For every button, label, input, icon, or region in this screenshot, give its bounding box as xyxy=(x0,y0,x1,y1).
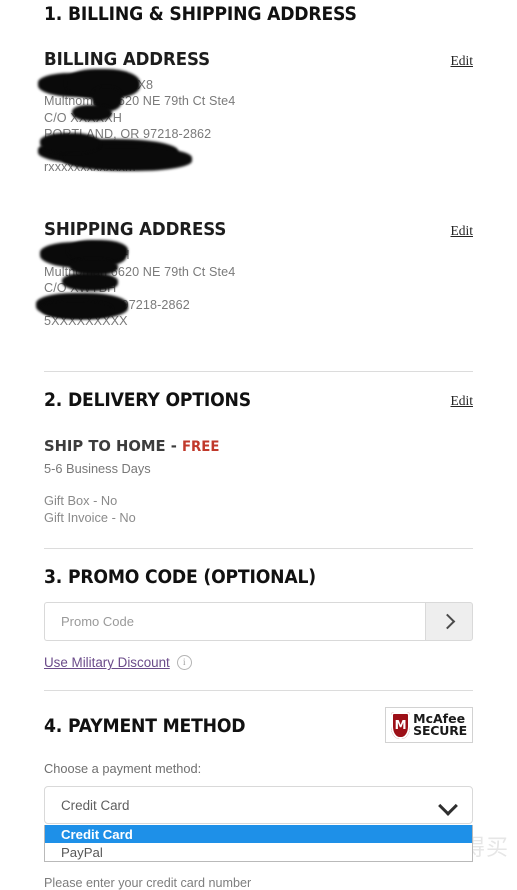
billing-line-2: Multnomah 6620 NE 79th Ct Ste4 xyxy=(44,94,236,109)
shipping-address-block: XXXXXXXXXH Multnomah 6620 NE 79th Ct Ste… xyxy=(36,240,473,329)
divider-after-addresses xyxy=(44,371,473,373)
delivery-options-section: 2. DELIVERY OPTIONS Edit SHIP TO HOME - … xyxy=(44,390,473,526)
gift-box-line: Gift Box - No xyxy=(44,493,118,509)
edit-billing-address-link[interactable]: Edit xyxy=(451,50,474,69)
billing-address-block: XXXXXXXXXXXX8 Multnomah 6620 NE 79th Ct … xyxy=(38,69,473,175)
gift-options: Gift Box - No Gift Invoice - No xyxy=(44,493,473,526)
mcafee-shield-icon: M xyxy=(391,711,411,739)
mcafee-line-2: SECURE xyxy=(413,723,467,739)
section-title-delivery: 2. DELIVERY OPTIONS xyxy=(44,390,251,412)
section-title-promo: 3. PROMO CODE (OPTIONAL) xyxy=(44,567,316,589)
payment-option-credit-card[interactable]: Credit Card xyxy=(45,825,472,844)
edit-shipping-address-link[interactable]: Edit xyxy=(451,220,474,239)
promo-submit-button[interactable] xyxy=(425,602,473,642)
edit-delivery-link[interactable]: Edit xyxy=(451,390,474,409)
billing-line-5: XXXXXXXXXXX xyxy=(44,143,138,158)
billing-line-6: rxxxxxxxxxxxxm xyxy=(44,160,136,175)
mcafee-shield-letter: M xyxy=(394,718,407,733)
info-icon[interactable]: i xyxy=(176,655,192,671)
credit-card-number-prompt: Please enter your credit card number xyxy=(44,876,252,890)
payment-method-section: 4. PAYMENT METHOD M McAfee SECURE Choose… xyxy=(44,707,473,863)
shipping-line-4: Portland, OR 97218-2862 xyxy=(44,297,190,312)
mcafee-badge-text: McAfee SECURE xyxy=(413,712,467,739)
ship-method-label: SHIP TO HOME - xyxy=(44,437,182,456)
payment-method-option-list: Credit Card PayPal xyxy=(44,825,473,863)
use-military-discount-link[interactable]: Use Military Discount xyxy=(44,655,170,670)
checkout-page: 1. BILLING & SHIPPING ADDRESS BILLING AD… xyxy=(0,0,517,890)
promo-code-input[interactable] xyxy=(44,602,425,642)
divider-after-delivery xyxy=(44,548,473,550)
payment-method-select-wrapper: Credit Card Credit Card PayPal xyxy=(44,786,473,863)
ship-price-badge: FREE xyxy=(181,439,220,456)
section-title-billing-shipping: 1. BILLING & SHIPPING ADDRESS xyxy=(44,4,357,25)
shipping-address-heading: SHIPPING ADDRESS xyxy=(44,220,227,241)
promo-code-section: 3. PROMO CODE (OPTIONAL) Use Military Di… xyxy=(44,567,473,671)
payment-header-row: 4. PAYMENT METHOD M McAfee SECURE xyxy=(44,707,473,744)
section-title-payment: 4. PAYMENT METHOD xyxy=(44,716,246,738)
billing-shipping-section: 1. BILLING & SHIPPING ADDRESS BILLING AD… xyxy=(36,0,473,329)
billing-line-4: PORTLAND, OR 97218-2862 xyxy=(44,127,212,142)
billing-header-row: BILLING ADDRESS Edit xyxy=(44,50,473,70)
billing-line-3: C/O XXXXXH xyxy=(44,110,122,125)
billing-line-1: XXXXXXXXXXXX8 xyxy=(44,78,154,92)
chevron-right-icon xyxy=(439,614,456,630)
military-discount-row: Use Military Discount i xyxy=(44,655,473,671)
payment-method-select[interactable]: Credit Card xyxy=(44,786,473,825)
shipping-line-2: Multnomah 6620 NE 79th Ct Ste4 xyxy=(44,264,236,279)
billing-address-heading: BILLING ADDRESS xyxy=(44,50,210,70)
mcafee-secure-badge: M McAfee SECURE xyxy=(385,707,473,744)
gift-invoice-line: Gift Invoice - No xyxy=(44,509,136,525)
shipping-line-1: XXXXXXXXXH xyxy=(44,248,130,263)
shipping-line-3: C/O XWTBH xyxy=(44,281,117,296)
delivery-header-row: 2. DELIVERY OPTIONS Edit xyxy=(44,390,473,411)
promo-input-row xyxy=(44,602,473,642)
shipping-line-5: 5XXXXXXXXX xyxy=(44,314,128,329)
divider-after-promo xyxy=(44,690,473,692)
ship-method-row: SHIP TO HOME - FREE xyxy=(44,437,452,455)
choose-payment-label: Choose a payment method: xyxy=(44,761,202,777)
payment-option-paypal[interactable]: PayPal xyxy=(45,843,472,861)
payment-method-selected-value: Credit Card xyxy=(61,797,130,813)
shipping-header-row: SHIPPING ADDRESS Edit xyxy=(44,220,473,240)
delivery-eta: 5-6 Business Days xyxy=(44,461,151,477)
